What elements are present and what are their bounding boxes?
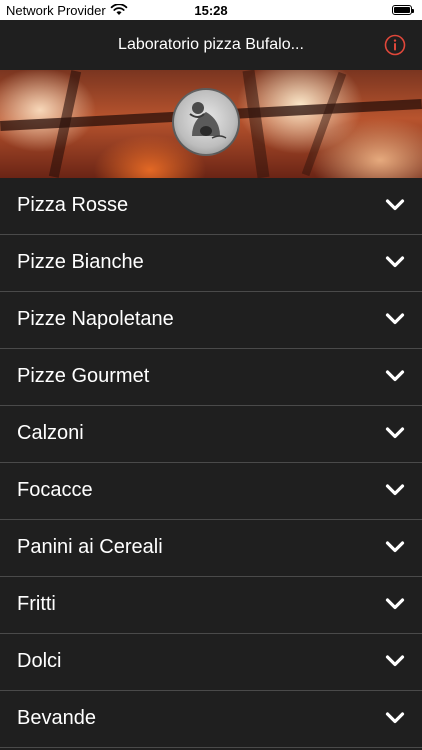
category-item[interactable]: Pizze Bianche	[0, 235, 422, 292]
category-label: Calzoni	[17, 422, 84, 444]
category-item[interactable]: Pizza Rosse	[0, 178, 422, 235]
category-label: Focacce	[17, 479, 93, 501]
category-item[interactable]: Panini ai Cereali	[0, 520, 422, 577]
navigation-bar: Laboratorio pizza Bufalo...	[0, 20, 422, 70]
category-label: Panini ai Cereali	[17, 536, 163, 558]
battery-icon	[392, 5, 414, 15]
page-title: Laboratorio pizza Bufalo...	[118, 36, 304, 53]
category-item[interactable]: Calzoni	[0, 406, 422, 463]
category-label: Bevande	[17, 707, 96, 729]
chevron-down-icon	[385, 484, 405, 496]
info-icon[interactable]	[384, 34, 406, 56]
category-item[interactable]: Focacce	[0, 463, 422, 520]
chevron-down-icon	[385, 712, 405, 724]
chevron-down-icon	[385, 655, 405, 667]
category-label: Fritti	[17, 593, 56, 615]
hero-banner	[0, 70, 422, 178]
category-item[interactable]: Pizze Gourmet	[0, 349, 422, 406]
chevron-down-icon	[385, 256, 405, 268]
chevron-down-icon	[385, 313, 405, 325]
fire-log-decoration	[242, 70, 270, 178]
category-label: Pizze Gourmet	[17, 365, 150, 387]
category-item[interactable]: Bevande	[0, 691, 422, 748]
chevron-down-icon	[385, 427, 405, 439]
category-label: Pizza Rosse	[17, 194, 129, 216]
category-item[interactable]: Pizze Napoletane	[0, 292, 422, 349]
chevron-down-icon	[385, 370, 405, 382]
fire-log-decoration	[301, 71, 347, 177]
chevron-down-icon	[385, 199, 405, 211]
category-label: Pizze Napoletane	[17, 308, 174, 330]
category-item[interactable]: Dolci	[0, 634, 422, 691]
chevron-down-icon	[385, 541, 405, 553]
pizzeria-logo	[172, 88, 240, 156]
category-item[interactable]: Fritti	[0, 577, 422, 634]
category-label: Dolci	[17, 650, 62, 672]
chevron-down-icon	[385, 598, 405, 610]
clock: 15:28	[194, 3, 228, 18]
category-list: Pizza Rosse Pizze Bianche Pizze Napoletane…	[0, 178, 422, 748]
status-bar: Network Provider 15:28	[0, 0, 422, 20]
category-label: Pizze Bianche	[17, 251, 144, 273]
